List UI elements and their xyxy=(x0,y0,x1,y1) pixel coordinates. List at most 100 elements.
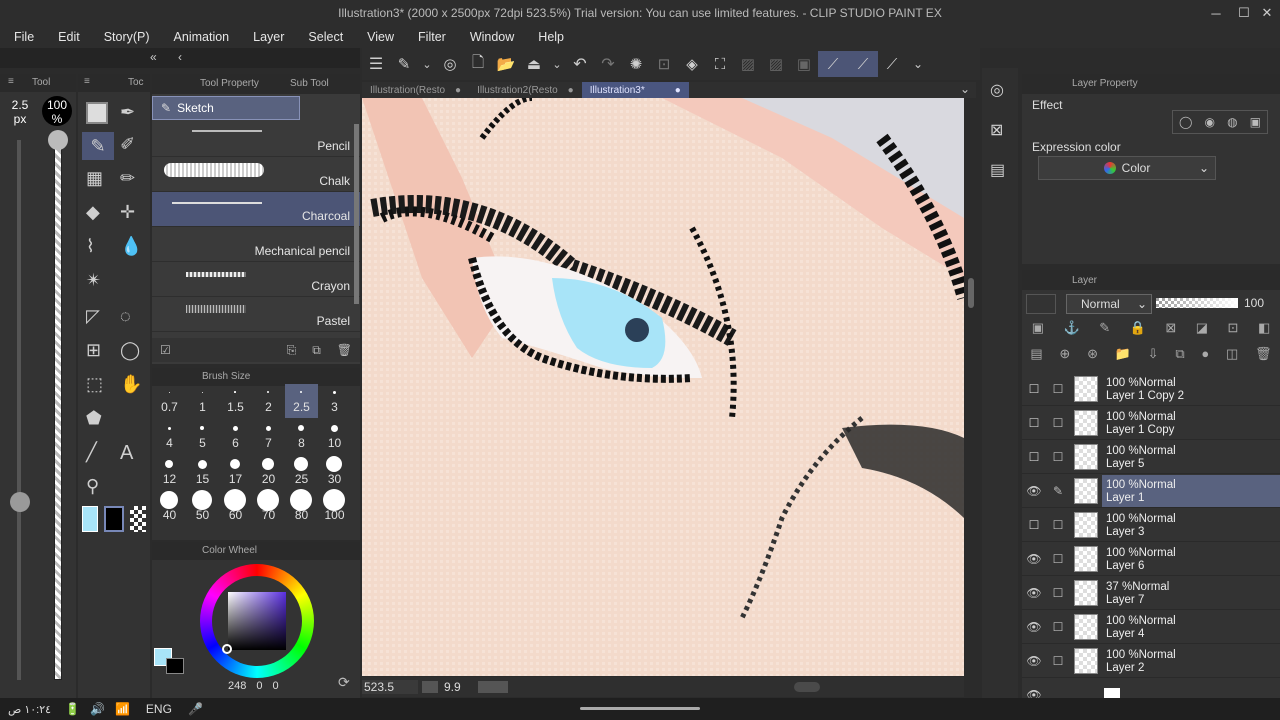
layer-thumbnail[interactable] xyxy=(1074,375,1098,402)
layer-color-box[interactable] xyxy=(1026,294,1056,314)
rotation-value[interactable]: 9.9 xyxy=(442,680,478,694)
clock[interactable]: ١٠:٢٤ ص xyxy=(8,703,51,716)
transform-icon[interactable]: ⊡ xyxy=(650,55,678,73)
drop-icon[interactable]: 💧 xyxy=(120,236,142,257)
close-dot-icon[interactable]: ● xyxy=(455,85,461,96)
lasso-icon[interactable]: ◌ xyxy=(120,306,131,327)
subtool-crayon[interactable]: Crayon xyxy=(152,262,360,297)
layer-effect-icon[interactable]: ▣ xyxy=(1250,115,1261,129)
brush-size-option[interactable]: 1 xyxy=(186,384,219,418)
sub-view-icon[interactable]: ▤ xyxy=(990,160,1005,180)
brush-size-option[interactable]: 8 xyxy=(285,420,318,454)
tab-tool-property[interactable]: Tool Property xyxy=(200,78,259,89)
layer-row[interactable]: ☐ ☐ 100 %Normal Layer 1 Copy 2 xyxy=(1022,372,1280,406)
layer-color-icon[interactable]: ◧ xyxy=(1258,320,1270,342)
brush-size-option[interactable]: 25 xyxy=(285,456,318,490)
eye-icon[interactable]: 👁 xyxy=(1022,586,1046,600)
figure-icon[interactable]: ◸ xyxy=(86,306,100,327)
layer-row[interactable]: ☐ ☐ 100 %Normal Layer 1 Copy xyxy=(1022,406,1280,440)
brush-size-option[interactable]: 30 xyxy=(318,456,351,490)
sparkle-icon[interactable]: ✴ xyxy=(86,270,101,291)
fill-icon[interactable]: ⬟ xyxy=(86,408,102,429)
quick-access-icon[interactable]: ✎ xyxy=(390,55,418,73)
close-dot-icon[interactable]: ● xyxy=(568,85,574,96)
chevron-down-icon[interactable]: ⌄ xyxy=(548,58,566,71)
layer-row[interactable]: 👁 ☐ 100 %Normal Layer 4 xyxy=(1022,610,1280,644)
layer-thumbnail[interactable] xyxy=(1074,409,1098,436)
color-effect-icon[interactable]: ◍ xyxy=(1227,115,1237,129)
sub-color-swatch[interactable] xyxy=(104,506,124,532)
layer-row[interactable]: ☐ ☐ 100 %Normal Layer 5 xyxy=(1022,440,1280,474)
wifi-icon[interactable]: 📶 xyxy=(115,702,130,716)
brush-size-option[interactable]: 100 xyxy=(318,489,351,526)
layer-opacity-slider[interactable] xyxy=(1156,298,1238,308)
brush-size-option[interactable]: 50 xyxy=(186,490,219,526)
eye-hidden-icon[interactable]: ☐ xyxy=(1022,416,1046,430)
menu-story[interactable]: Story(P) xyxy=(90,30,160,44)
combine-icon[interactable]: ⧉ xyxy=(1175,346,1184,366)
maximize-icon[interactable]: ☐ xyxy=(1232,0,1256,26)
close-dot-icon[interactable]: ● xyxy=(675,85,681,96)
canvas-v-scrollbar[interactable] xyxy=(964,98,980,676)
border-effect-icon[interactable]: ◯ xyxy=(1179,115,1192,129)
clip-icon[interactable]: ▣ xyxy=(1032,320,1044,342)
pen-nib-icon[interactable]: ✒ xyxy=(120,102,135,123)
drawing-canvas[interactable] xyxy=(362,98,964,676)
menu-edit[interactable]: Edit xyxy=(44,30,90,44)
eye-icon[interactable]: 👁 xyxy=(1022,688,1046,699)
eye-icon[interactable]: 👁 xyxy=(1022,552,1046,566)
snap-ruler-icon[interactable]: ⟋ xyxy=(818,51,848,77)
brush-size-option[interactable]: 7 xyxy=(252,420,285,454)
canvas-h-scroll-thumb[interactable] xyxy=(794,682,820,692)
checkbox-icon[interactable]: ☐ xyxy=(1046,518,1070,532)
reference-icon[interactable]: ⚓ xyxy=(1064,320,1080,342)
microphone-icon[interactable]: 🎤 xyxy=(188,702,203,716)
sv-cursor[interactable] xyxy=(222,644,232,654)
text-tool-icon[interactable]: A xyxy=(120,442,133,465)
pencil-edit-icon[interactable]: ✎ xyxy=(1046,484,1070,498)
brush-size-slider-handle[interactable] xyxy=(10,492,30,512)
subtool-settings-icon[interactable]: ☑ xyxy=(160,343,171,357)
menu-view[interactable]: View xyxy=(353,30,404,44)
snap-special-ruler-icon[interactable]: ⟋ xyxy=(848,51,878,77)
new-raster-layer-icon[interactable]: ⊕ xyxy=(1059,346,1070,366)
zoom-value[interactable]: 523.5 xyxy=(362,680,418,694)
tone-effect-icon[interactable]: ◉ xyxy=(1205,115,1215,129)
brush-size-option[interactable]: 70 xyxy=(252,489,285,526)
delete-subtool-icon[interactable]: 🗑 xyxy=(337,343,352,358)
menu-layer[interactable]: Layer xyxy=(239,30,294,44)
clip-studio-icon[interactable]: ◎ xyxy=(436,55,464,73)
menu-icon[interactable]: ☰ xyxy=(362,54,390,74)
collapse-left-icon[interactable]: ‹ xyxy=(178,50,182,64)
new-file-icon[interactable]: 🗋 xyxy=(464,52,492,77)
operation-tool-icon[interactable] xyxy=(86,102,108,124)
brush-size-option[interactable]: 1.5 xyxy=(219,384,252,418)
copy-subtool-icon[interactable]: ⎘ xyxy=(287,343,297,358)
decoration-icon[interactable]: ✛ xyxy=(120,202,135,223)
brush-size-option[interactable]: 12 xyxy=(153,456,186,490)
checkbox-icon[interactable]: ☐ xyxy=(1046,654,1070,668)
eye-hidden-icon[interactable]: ☐ xyxy=(1022,450,1046,464)
create-subtool-icon[interactable]: ⧉ xyxy=(312,343,321,358)
tab-illustration3[interactable]: Illustration3* ● xyxy=(581,82,689,98)
tab-tool-2[interactable]: Toc xyxy=(128,77,144,88)
eye-hidden-icon[interactable]: ☐ xyxy=(1022,382,1046,396)
eye-icon[interactable]: 👁 xyxy=(1022,620,1046,634)
line-icon[interactable]: ╱ xyxy=(86,442,97,463)
material-icon[interactable]: ⊠ xyxy=(990,120,1003,140)
eye-icon[interactable]: 👁 xyxy=(1022,484,1046,498)
menu-help[interactable]: Help xyxy=(524,30,574,44)
brush-size-slider-track[interactable] xyxy=(17,140,21,680)
transparent-color-swatch[interactable] xyxy=(130,506,146,532)
disabled-icon[interactable]: ▣ xyxy=(790,55,818,73)
ruler-icon[interactable]: ⊡ xyxy=(1228,320,1239,342)
layer-row[interactable]: 👁 ☐ 100 %Normal Layer 2 xyxy=(1022,644,1280,678)
checkbox-icon[interactable]: ☐ xyxy=(1046,382,1070,396)
pen-tool-icon[interactable]: ✐ xyxy=(120,134,135,155)
brush-size-option[interactable]: 20 xyxy=(252,456,285,490)
frame-icon[interactable]: ⊞ xyxy=(86,340,101,361)
draft-icon[interactable]: ✎ xyxy=(1099,320,1110,342)
blend-tool-icon[interactable]: ⌇ xyxy=(86,236,95,257)
subtool-scrollbar[interactable] xyxy=(354,124,359,304)
tab-tool[interactable]: Tool xyxy=(32,77,50,88)
